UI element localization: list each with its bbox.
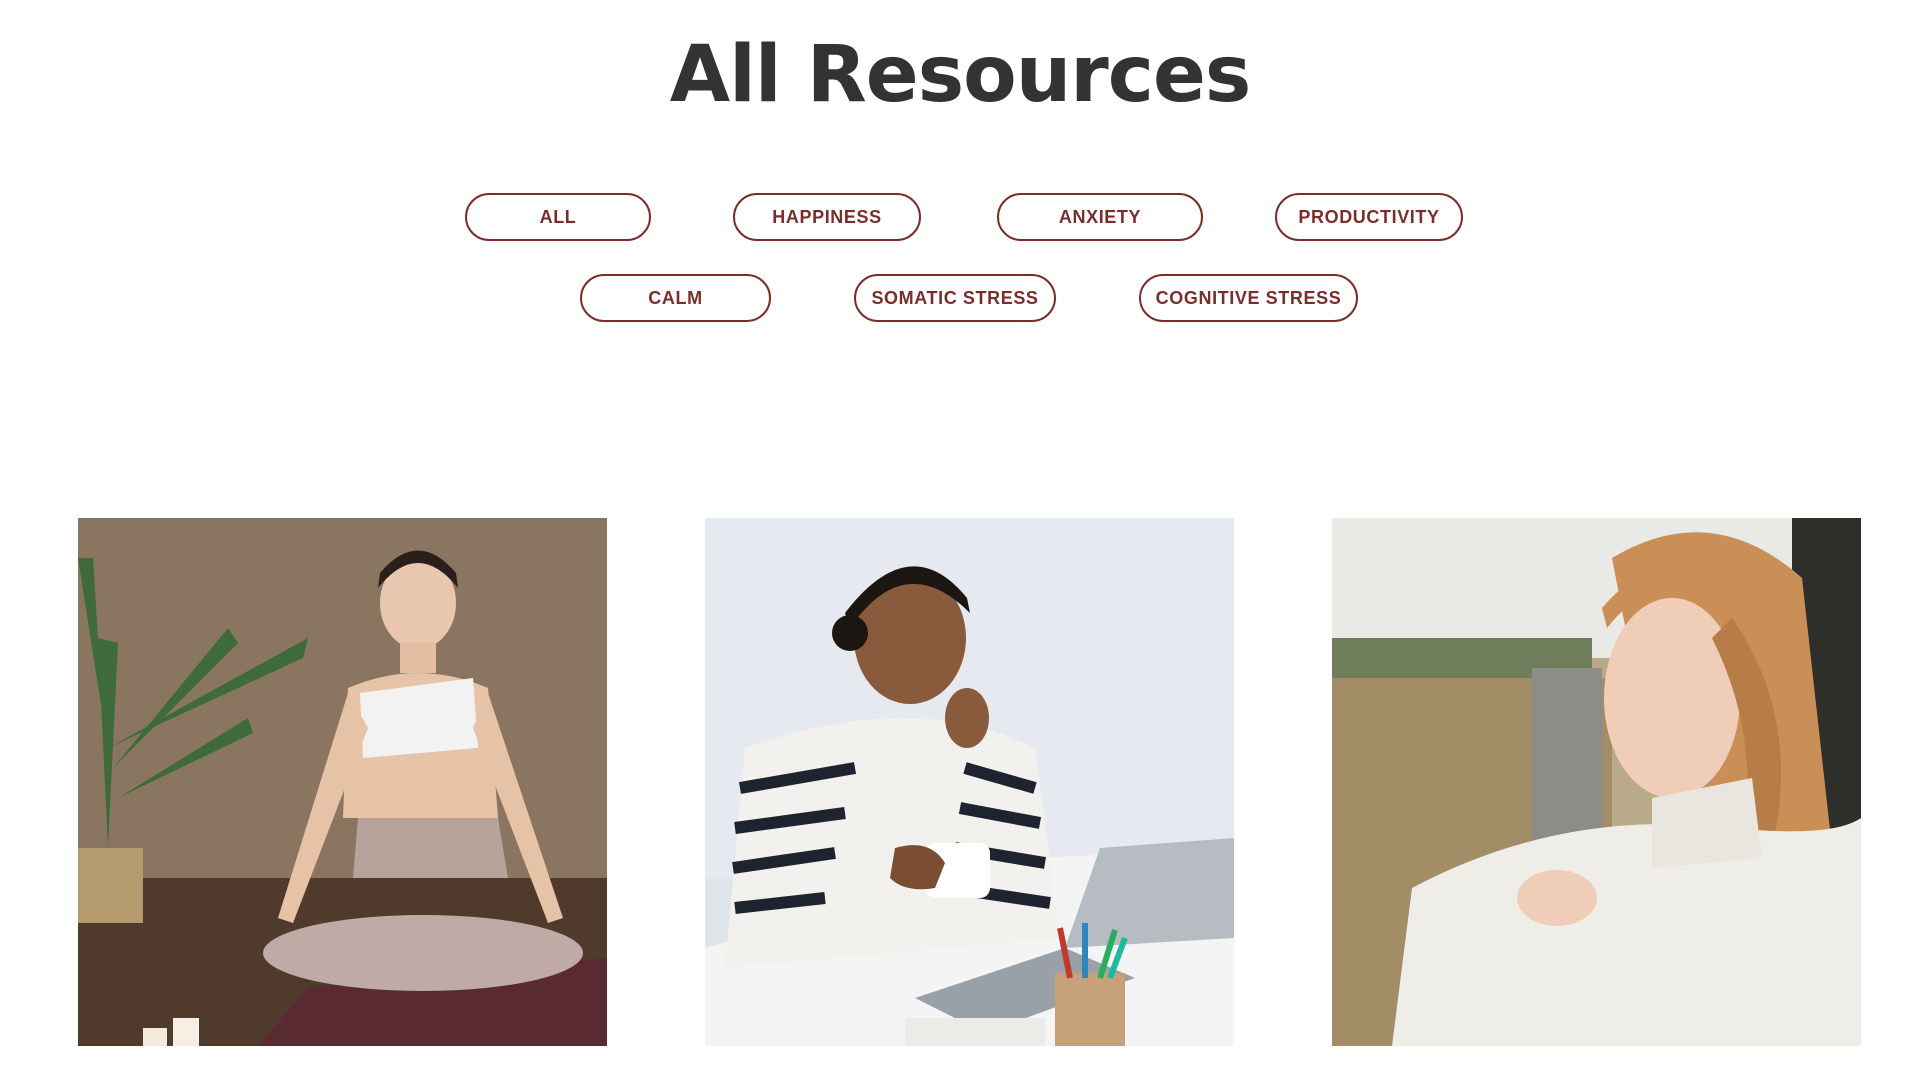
filter-somatic-stress-button[interactable]: SOMATIC STRESS — [854, 274, 1056, 322]
woman-outdoors-image — [1332, 518, 1861, 1046]
filter-all-button[interactable]: ALL — [465, 193, 651, 241]
filter-cognitive-stress-button[interactable]: COGNITIVE STRESS — [1139, 274, 1358, 322]
filter-calm-button[interactable]: CALM — [580, 274, 771, 322]
resource-card-laptop[interactable] — [705, 518, 1234, 1046]
resource-card-outdoors[interactable] — [1332, 518, 1861, 1046]
filter-happiness-button[interactable]: HAPPINESS — [733, 193, 921, 241]
meditation-image — [78, 518, 607, 1046]
resource-card-meditation[interactable] — [78, 518, 607, 1046]
filter-productivity-button[interactable]: PRODUCTIVITY — [1275, 193, 1463, 241]
page-title: All Resources — [669, 30, 1252, 120]
filter-anxiety-button[interactable]: ANXIETY — [997, 193, 1203, 241]
laptop-coffee-image — [705, 518, 1234, 1046]
